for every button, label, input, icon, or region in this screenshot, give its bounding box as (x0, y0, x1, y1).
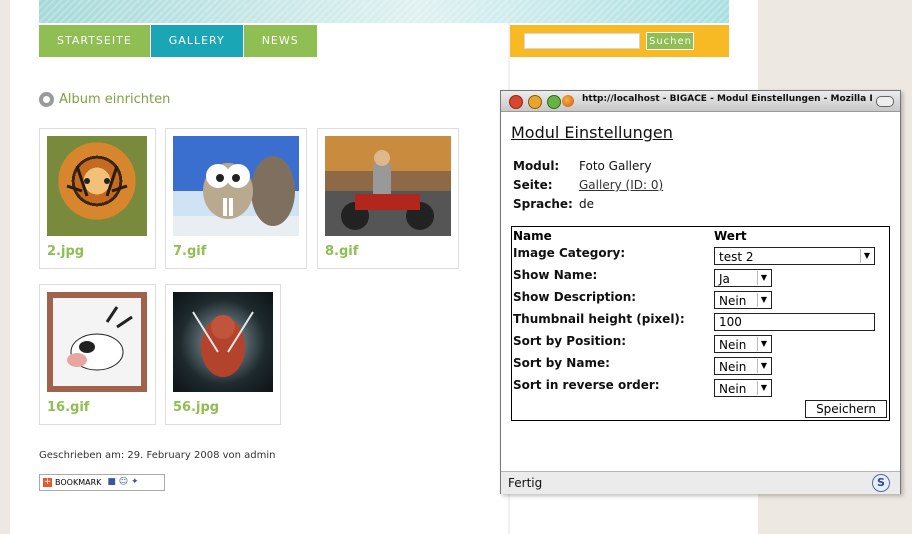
cow-image (47, 292, 147, 392)
select-value: test 2 (719, 250, 754, 264)
module-settings-window: http://localhost - BIGACE - Modul Einste… (500, 90, 901, 494)
image-caption[interactable]: 16.gif (47, 400, 89, 415)
bookmark-button[interactable]: + BOOKMARK ■ ☺ ✦ (39, 474, 165, 491)
window-title: http://localhost - BIGACE - Modul Einste… (582, 94, 872, 104)
setting-label: Sort by Position: (513, 334, 627, 348)
dropdown-arrow-icon: ▼ (757, 359, 770, 373)
info-value: de (579, 197, 594, 211)
plus-icon: + (43, 477, 52, 487)
image-category-select[interactable]: test 2 ▼ (714, 247, 875, 265)
setting-label: Image Category: (513, 246, 626, 260)
monster-image (173, 292, 273, 392)
dropdown-arrow-icon: ▼ (757, 271, 770, 285)
status-bar: Fertig S (501, 471, 900, 494)
show-name-select[interactable]: Ja ▼ (714, 269, 772, 287)
search-button[interactable]: Suchen (646, 32, 694, 50)
bookmark-label: BOOKMARK (55, 478, 102, 487)
album-settings-label: Album einrichten (59, 92, 171, 107)
nav-item-gallery[interactable]: GALLERY (150, 25, 243, 57)
setting-label: Show Name: (513, 268, 598, 282)
image-caption[interactable]: 7.gif (173, 244, 206, 259)
select-value: Nein (719, 360, 747, 374)
search-bar: Suchen (510, 25, 729, 57)
column-header-name: Name (513, 229, 552, 243)
gear-icon (39, 92, 54, 107)
dropdown-arrow-icon: ▼ (757, 293, 770, 307)
nav-item-startseite[interactable]: STARTSEITE (39, 25, 150, 57)
tiger-photo (47, 136, 147, 236)
setting-label: Thumbnail height (pixel): (513, 312, 685, 326)
sort-reverse-select[interactable]: Nein ▼ (714, 379, 772, 397)
info-label: Seite: (513, 178, 553, 192)
post-meta: Geschrieben am: 29. February 2008 von ad… (39, 450, 276, 461)
album-settings-link[interactable]: Album einrichten (39, 92, 170, 107)
security-icon[interactable]: S (872, 474, 890, 492)
page-link[interactable]: Gallery (ID: 0) (579, 178, 663, 192)
setting-label: Sort by Name: (513, 356, 610, 370)
thumbnail-height-input[interactable] (714, 313, 875, 331)
gallery-thumbnail[interactable]: 56.jpg (165, 284, 281, 425)
setting-label: Show Description: (513, 290, 637, 304)
info-label: Modul: (513, 159, 560, 173)
show-description-select[interactable]: Nein ▼ (714, 291, 772, 309)
gallery-thumbnail[interactable]: 8.gif (317, 128, 459, 269)
gallery-thumbnail[interactable]: 16.gif (39, 284, 156, 425)
status-text: Fertig (508, 476, 543, 490)
select-value: Nein (719, 338, 747, 352)
setting-label: Sort in reverse order: (513, 378, 660, 392)
close-window-icon[interactable] (509, 95, 523, 109)
minimize-window-icon[interactable] (528, 95, 542, 109)
settings-heading: Modul Einstellungen (511, 123, 673, 142)
header-banner (39, 0, 729, 23)
select-value: Nein (719, 294, 747, 308)
main-navigation: STARTSEITE GALLERY NEWS (39, 25, 318, 57)
settings-table: Name Wert Image Category: test 2 ▼ Show N… (511, 226, 890, 421)
info-value: Foto Gallery (579, 159, 652, 173)
dropdown-arrow-icon: ▼ (757, 381, 770, 395)
squirrel-image (173, 136, 299, 236)
motorcycle-image (325, 136, 451, 236)
dropdown-arrow-icon: ▼ (860, 249, 873, 263)
window-toggle-icon[interactable] (876, 96, 894, 107)
gallery-thumbnail[interactable]: 2.jpg (39, 128, 156, 269)
share-icons: ■ ☺ ✦ (107, 477, 139, 487)
image-caption[interactable]: 8.gif (325, 244, 358, 259)
firefox-icon (562, 95, 574, 107)
column-header-value: Wert (714, 229, 747, 243)
info-row-module: Modul: Foto Gallery (513, 159, 651, 173)
select-value: Nein (719, 382, 747, 396)
sort-by-name-select[interactable]: Nein ▼ (714, 357, 772, 375)
save-button[interactable]: Speichern (805, 400, 887, 418)
info-row-language: Sprache: de (513, 197, 594, 211)
gallery-thumbnail[interactable]: 7.gif (165, 128, 307, 269)
image-caption[interactable]: 56.jpg (173, 400, 219, 415)
sort-by-position-select[interactable]: Nein ▼ (714, 335, 772, 353)
select-value: Ja (719, 272, 730, 286)
nav-item-news[interactable]: NEWS (243, 25, 317, 57)
dropdown-arrow-icon: ▼ (757, 337, 770, 351)
window-titlebar[interactable]: http://localhost - BIGACE - Modul Einste… (501, 91, 900, 112)
search-input[interactable] (524, 33, 640, 49)
image-caption[interactable]: 2.jpg (47, 244, 84, 259)
info-label: Sprache: (513, 197, 573, 211)
maximize-window-icon[interactable] (547, 95, 561, 109)
info-row-page: Seite: Gallery (ID: 0) (513, 178, 663, 192)
